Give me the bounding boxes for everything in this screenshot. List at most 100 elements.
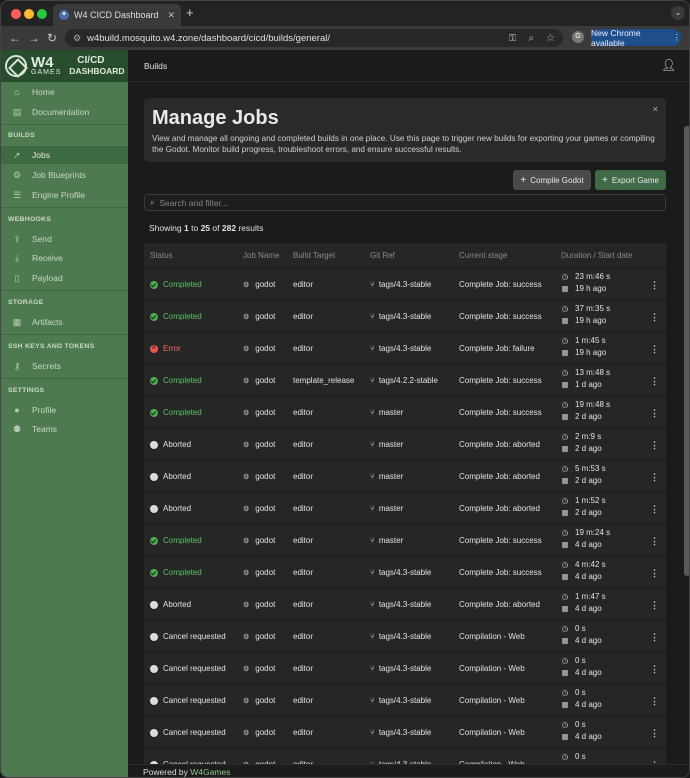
current-stage: Complete Job: aborted — [459, 440, 540, 449]
row-menu-icon[interactable]: ⋮ — [650, 536, 659, 547]
maximize-window-button[interactable] — [37, 9, 47, 19]
sidebar-item-jobs[interactable]: ➚ Jobs — [1, 146, 128, 164]
git-branch-icon: ⑂ — [370, 568, 375, 577]
table-row[interactable]: Completed ⚙ godot editor ⑂ master Complete Job… — [144, 523, 666, 555]
table-row[interactable]: Cancel requested⚙godoteditor⑂tags/4.3-st… — [144, 683, 666, 715]
job-name-cell: ⚙ godot — [243, 440, 275, 449]
minimize-window-button[interactable] — [24, 9, 34, 19]
table-row[interactable]: Error ⚙ godot editor ⑂tags/4.3-stable Complet… — [144, 331, 666, 363]
git-ref: master — [378, 408, 404, 417]
column-header-git-ref[interactable]: Git Ref — [370, 251, 395, 260]
table-row[interactable]: Cancel requested⚙godoteditor⑂tags/4.3-st… — [144, 651, 666, 683]
sidebar-item-receive[interactable]: ⤓ Receive — [1, 249, 128, 267]
table-row[interactable]: Completed ⚙ godot template_release ⑂ tags/4.2… — [144, 363, 666, 395]
column-header-duration[interactable]: Duration / Start date — [561, 251, 633, 260]
row-menu-icon[interactable]: ⋮ — [650, 280, 659, 291]
back-icon[interactable]: ← — [9, 30, 21, 46]
duration: 0 s — [575, 624, 586, 633]
site-info-icon[interactable]: ⚙ — [73, 33, 81, 44]
row-menu-icon[interactable]: ⋮ — [650, 632, 659, 643]
duration-cell: ◷ 0 s ▦ 4 d ago — [561, 656, 601, 677]
table-row[interactable]: Completed ⚙ godot editor ⑂ tags/4.3-stable Com… — [144, 267, 666, 299]
row-menu-icon[interactable]: ⋮ — [650, 568, 659, 579]
build-target: editor — [293, 472, 314, 481]
table-row[interactable]: Aborted ⚙ godot editor ⑂ tags/4.3-stable Compl… — [144, 587, 666, 619]
table-row[interactable]: Completed ⚙ godot editor ⑂ tags/4.3-stable Com… — [144, 555, 666, 587]
tab-close-icon[interactable]: ✕ — [167, 10, 175, 21]
row-menu-icon[interactable]: ⋮ — [650, 728, 659, 739]
sidebar-item-job-blueprints[interactable]: ⚙ Job Blueprints — [1, 166, 128, 184]
sidebar-item-profile[interactable]: ● Profile — [1, 401, 128, 419]
duration: 19 m:24 s — [575, 528, 611, 537]
sidebar-item-payload[interactable]: ▯ Payload — [1, 269, 128, 287]
column-header-current-stage[interactable]: Current stage — [459, 251, 507, 260]
compile-godot-button[interactable]: + Compile Godot — [513, 170, 591, 190]
row-menu-icon[interactable]: ⋮ — [650, 600, 659, 611]
sidebar-item-send[interactable]: ⇪ Send — [1, 230, 128, 248]
browser-tab[interactable]: ✦ W4 CICD Dashboard ✕ — [53, 4, 181, 26]
sidebar-section-settings: SETTINGS — [8, 387, 45, 394]
calendar-icon: ▦ — [561, 700, 569, 709]
status-cell: Completed — [150, 408, 202, 417]
duration-cell: ◷ 19 m:24 s ▦ 4 d ago — [561, 528, 610, 549]
godot-icon: ⚙ — [243, 281, 250, 289]
current-stage: Complete Job: success — [459, 312, 542, 321]
password-key-icon[interactable]: ⚿ — [509, 33, 517, 44]
reload-icon[interactable]: ↻ — [47, 30, 57, 46]
table-row[interactable]: Aborted ⚙ godot editor ⑂ master Complete Job: … — [144, 491, 666, 523]
close-window-button[interactable] — [11, 9, 21, 19]
url-text[interactable]: w4build.mosquito.w4.zone/dashboard/cicd/… — [87, 33, 497, 44]
row-menu-icon[interactable]: ⋮ — [650, 440, 659, 451]
footer-link[interactable]: W4Games — [190, 767, 230, 777]
sidebar-item-teams[interactable]: ⚉ Teams — [1, 420, 128, 438]
duration-cell: ◷ 1 m:52 s ▦ 2 d ago — [561, 496, 605, 517]
table-row[interactable]: Completed ⚙ godot editor ⑂ tags/4.3-stable Com… — [144, 299, 666, 331]
status-icon — [150, 696, 158, 705]
breadcrumb[interactable]: Builds — [144, 61, 167, 71]
address-bar[interactable]: ⚙ w4build.mosquito.w4.zone/dashboard/cic… — [65, 29, 563, 47]
zoom-icon[interactable]: ⌕ — [528, 33, 534, 44]
new-chrome-button[interactable]: New Chrome available ⋮ — [591, 28, 681, 48]
scrollbar[interactable] — [684, 126, 689, 576]
row-menu-icon[interactable]: ⋮ — [650, 376, 659, 387]
sidebar-item-artifacts[interactable]: ▦ Artifacts — [1, 313, 128, 331]
close-icon[interactable]: × — [653, 104, 658, 114]
status-icon — [150, 472, 158, 481]
tab-search-button[interactable]: ⌄ — [671, 6, 685, 20]
results-of-word: of — [212, 223, 220, 233]
results-to: 25 — [200, 223, 211, 233]
export-game-button[interactable]: + Export Game — [595, 170, 666, 190]
row-menu-icon[interactable]: ⋮ — [650, 408, 659, 419]
table-row[interactable]: Aborted ⚙ godot editor ⑂ master Complete Job: … — [144, 459, 666, 491]
table-row[interactable]: Cancel requested⚙godoteditor⑂tags/4.3-st… — [144, 715, 666, 747]
clock-icon: ◷ — [561, 688, 569, 697]
forward-icon[interactable]: → — [28, 30, 40, 46]
column-header-build-target[interactable]: Build Target — [293, 251, 335, 260]
row-menu-icon[interactable]: ⋮ — [650, 504, 659, 515]
search-box[interactable]: ⌕ — [144, 194, 666, 211]
new-tab-button[interactable]: + — [186, 6, 194, 20]
search-input[interactable] — [159, 197, 660, 208]
table-row[interactable]: Cancel requested⚙godoteditor⑂tags/4.3-st… — [144, 747, 666, 764]
sidebar-item-home[interactable]: ⌂ Home — [1, 83, 128, 101]
row-menu-icon[interactable]: ⋮ — [650, 312, 659, 323]
table-row[interactable]: Aborted ⚙ godot editor ⑂ master Complete Job: … — [144, 427, 666, 459]
row-menu-icon[interactable]: ⋮ — [650, 344, 659, 355]
job-name-cell: ⚙ godot — [243, 664, 275, 673]
sidebar-item-engine-profile[interactable]: ☰ Engine Profile — [1, 186, 128, 204]
user-account-icon[interactable]: 👤︎ — [661, 58, 676, 72]
row-menu-icon[interactable]: ⋮ — [650, 472, 659, 483]
bookmark-star-icon[interactable]: ☆ — [546, 33, 555, 44]
table-row[interactable]: Completed ⚙ godot editor ⑂ master Complete Job… — [144, 395, 666, 427]
sidebar-item-secrets[interactable]: ⚷ Secrets — [1, 357, 128, 375]
row-menu-icon[interactable]: ⋮ — [650, 664, 659, 675]
compile-godot-label: Compile Godot — [530, 175, 584, 185]
brand-logo[interactable]: W4 GAMES CI/CD DASHBOARD — [1, 50, 128, 82]
column-header-status[interactable]: Status — [150, 251, 173, 260]
table-row[interactable]: Cancel requested⚙godoteditor⑂tags/4.3-st… — [144, 619, 666, 651]
job-name-cell: ⚙ godot — [243, 728, 275, 737]
profile-avatar[interactable]: G — [572, 31, 584, 43]
column-header-job-name[interactable]: Job Name — [243, 251, 279, 260]
row-menu-icon[interactable]: ⋮ — [650, 696, 659, 707]
sidebar-item-documentation[interactable]: ▤ Documentation — [1, 103, 128, 121]
